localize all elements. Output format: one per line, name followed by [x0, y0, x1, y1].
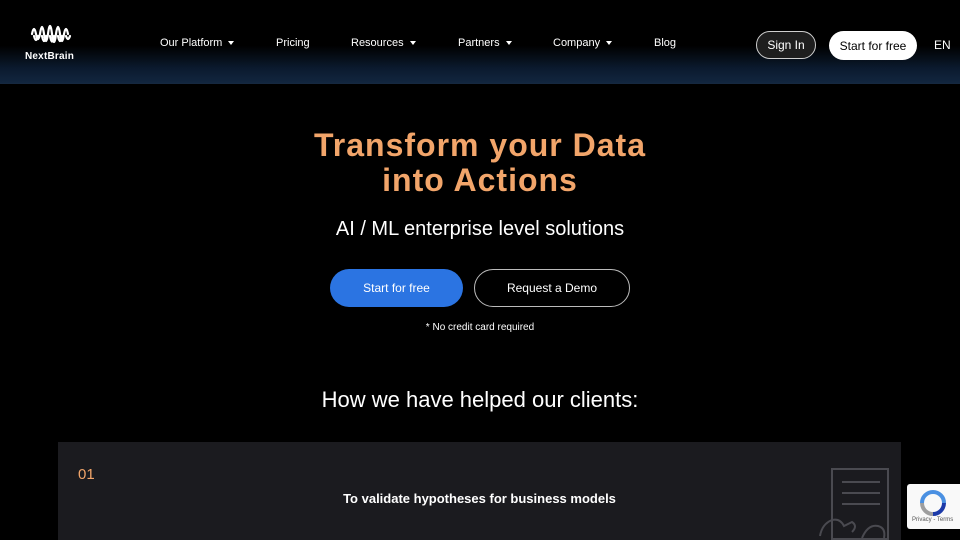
- nav-label: Company: [553, 37, 601, 49]
- header-start-free-button[interactable]: Start for free: [829, 31, 917, 60]
- hero-title-line-2: into Actions: [382, 162, 578, 198]
- hero-title: Transform your Data into Actions: [0, 128, 960, 198]
- nav-partners[interactable]: Partners: [458, 37, 512, 49]
- nav-blog[interactable]: Blog: [654, 37, 676, 49]
- nav-our-platform[interactable]: Our Platform: [160, 37, 235, 49]
- nav-label: Our Platform: [160, 37, 223, 49]
- brand-name: NextBrain: [25, 51, 75, 62]
- recaptcha-badge[interactable]: Privacy - Terms: [907, 484, 960, 529]
- brand-logo[interactable]: NextBrain: [24, 18, 78, 66]
- chevron-down-icon: [409, 41, 416, 45]
- nav-pricing[interactable]: Pricing: [276, 37, 310, 49]
- recaptcha-links[interactable]: Privacy - Terms: [912, 517, 953, 523]
- nav-resources[interactable]: Resources: [351, 37, 416, 49]
- request-demo-button[interactable]: Request a Demo: [474, 269, 630, 307]
- client-case-card: 01 To validate hypotheses for business m…: [58, 442, 901, 540]
- nav-label: Partners: [458, 37, 500, 49]
- sign-in-button[interactable]: Sign In: [756, 31, 816, 59]
- no-credit-card-note: * No credit card required: [425, 322, 535, 333]
- clients-section-title: How we have helped our clients:: [321, 387, 639, 412]
- document-hand-illustration-icon: [819, 468, 889, 540]
- brain-wave-icon: [30, 24, 72, 44]
- chevron-down-icon: [228, 41, 235, 45]
- nav-label: Pricing: [276, 37, 310, 49]
- chevron-down-icon: [505, 41, 512, 45]
- hero-title-line-1: Transform your Data: [314, 127, 646, 163]
- nav-label: Blog: [654, 37, 677, 49]
- language-selector[interactable]: EN: [934, 38, 951, 52]
- recaptcha-icon: [920, 490, 946, 516]
- nav-label: Resources: [351, 37, 404, 49]
- hero-subtitle: AI / ML enterprise level solutions: [335, 218, 625, 240]
- start-for-free-button[interactable]: Start for free: [330, 269, 463, 307]
- card-number: 01: [78, 466, 95, 483]
- chevron-down-icon: [606, 41, 613, 45]
- nav-company[interactable]: Company: [553, 37, 613, 49]
- card-text: To validate hypotheses for business mode…: [343, 491, 616, 506]
- site-header: NextBrain Our Platform Pricing Resources…: [0, 0, 960, 84]
